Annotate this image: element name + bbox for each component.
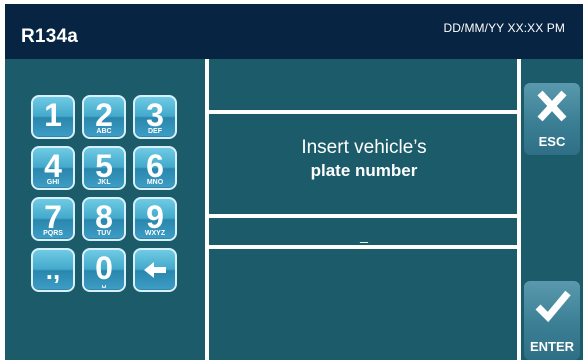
prompt-panel: Insert vehicle’s plate number xyxy=(210,117,518,217)
key-digit: 3 xyxy=(146,97,164,133)
numeric-keypad: 1 2 ABC 3 DEF 4 GHI 5 JKL 6 MNO 7 PQRS 8 xyxy=(31,95,181,295)
prompt-line-2: plate number xyxy=(310,161,418,180)
title-bar: R134a DD/MM/YY XX:XX PM xyxy=(5,4,583,59)
arrow-left-icon xyxy=(144,262,166,278)
key-digit: 9 xyxy=(146,199,164,235)
key-digit: 4 xyxy=(44,148,62,184)
key-digit: 2 xyxy=(95,97,113,133)
left-divider xyxy=(205,59,209,360)
checkmark-icon xyxy=(535,290,571,323)
enter-button[interactable]: ENTER xyxy=(524,281,580,360)
key-2[interactable]: 2 ABC xyxy=(82,95,126,139)
key-letters: ABC xyxy=(96,128,112,135)
plate-number-input[interactable]: _ xyxy=(210,222,518,249)
key-punctuation[interactable]: ., xyxy=(31,248,75,292)
close-icon xyxy=(537,90,567,122)
enter-label: ENTER xyxy=(529,339,575,354)
key-letters: GHI xyxy=(46,179,60,186)
key-6[interactable]: 6 MNO xyxy=(133,146,177,190)
key-4[interactable]: 4 GHI xyxy=(31,146,75,190)
key-digit: 6 xyxy=(146,148,164,184)
key-letters: PQRS xyxy=(43,230,63,237)
key-1[interactable]: 1 xyxy=(31,95,75,139)
key-0[interactable]: 0 ␣ xyxy=(82,248,126,292)
esc-button[interactable]: ESC xyxy=(524,83,580,155)
key-3[interactable]: 3 DEF xyxy=(133,95,177,139)
key-7[interactable]: 7 PQRS xyxy=(31,197,75,241)
key-letters: ␣ xyxy=(101,281,107,288)
esc-label: ESC xyxy=(538,134,566,149)
app-title: R134a xyxy=(21,26,78,47)
key-letters: TUV xyxy=(97,230,111,237)
key-letters: JKL xyxy=(97,179,111,186)
key-digit: 5 xyxy=(95,148,113,184)
key-symbol: ., xyxy=(45,254,61,285)
datetime: DD/MM/YY XX:XX PM xyxy=(443,21,565,35)
key-9[interactable]: 9 WXYZ xyxy=(133,197,177,241)
key-letters: WXYZ xyxy=(144,230,166,237)
key-5[interactable]: 5 JKL xyxy=(82,146,126,190)
screen: R134a DD/MM/YY XX:XX PM 1 2 ABC 3 DEF 4 … xyxy=(5,4,583,360)
key-digit: 1 xyxy=(44,97,62,133)
key-backspace[interactable] xyxy=(133,248,177,292)
key-8[interactable]: 8 TUV xyxy=(82,197,126,241)
key-letters: MNO xyxy=(146,179,164,186)
input-value: _ xyxy=(360,227,368,243)
key-digit: 8 xyxy=(95,199,113,235)
prompt-line-1: Insert vehicle’s xyxy=(301,137,427,158)
key-letters: DEF xyxy=(148,128,162,135)
key-digit: 7 xyxy=(44,199,62,235)
hdivider-1 xyxy=(205,110,521,114)
